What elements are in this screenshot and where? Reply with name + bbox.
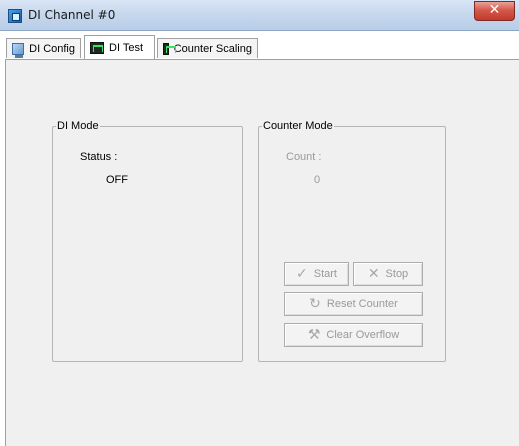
reset-counter-label: Reset Counter bbox=[326, 298, 398, 310]
counter-mode-group: Counter Mode Count : 0 ✓ Start ✕ Stop ↻ … bbox=[258, 120, 446, 362]
tab-strip: DI Config DI Test Counter Scaling bbox=[0, 31, 519, 61]
clear-overflow-button[interactable]: ⚒ Clear Overflow bbox=[284, 323, 423, 347]
start-button[interactable]: ✓ Start bbox=[284, 262, 349, 286]
tab-di-config[interactable]: DI Config bbox=[6, 38, 81, 58]
tab-label: DI Test bbox=[109, 41, 144, 54]
stop-button[interactable]: ✕ Stop bbox=[353, 262, 423, 286]
tab-di-test[interactable]: DI Test bbox=[84, 35, 155, 59]
tab-panel-di-test: DI Mode Status : OFF Counter Mode Count … bbox=[5, 59, 519, 446]
count-value: 0 bbox=[314, 174, 321, 186]
count-label: Count : bbox=[286, 151, 322, 163]
reset-icon: ↻ bbox=[309, 296, 321, 312]
tab-counter-scaling[interactable]: Counter Scaling bbox=[157, 38, 258, 58]
config-icon bbox=[12, 42, 25, 58]
scope-icon bbox=[163, 42, 176, 55]
counter-mode-legend: Counter Mode bbox=[262, 120, 334, 132]
tab-label: DI Config bbox=[29, 42, 75, 55]
stop-button-label: Stop bbox=[385, 268, 409, 280]
title-bar[interactable]: DI Channel #0 ✕ bbox=[0, 0, 519, 31]
app-icon bbox=[8, 9, 22, 23]
checkmark-icon: ✓ bbox=[296, 266, 308, 282]
clear-overflow-label: Clear Overflow bbox=[326, 329, 400, 341]
cross-icon: ✕ bbox=[367, 266, 380, 282]
status-value: OFF bbox=[106, 174, 128, 186]
di-mode-legend: DI Mode bbox=[56, 120, 100, 132]
broom-icon: ⚒ bbox=[307, 327, 321, 343]
close-button[interactable]: ✕ bbox=[474, 1, 515, 21]
reset-counter-button[interactable]: ↻ Reset Counter bbox=[284, 292, 423, 316]
di-mode-group: DI Mode Status : OFF bbox=[52, 120, 243, 362]
scope-icon bbox=[90, 41, 104, 54]
status-label: Status : bbox=[80, 151, 118, 163]
start-button-label: Start bbox=[313, 268, 337, 280]
window-title: DI Channel #0 bbox=[28, 8, 116, 22]
tab-label: Counter Scaling bbox=[173, 42, 252, 55]
